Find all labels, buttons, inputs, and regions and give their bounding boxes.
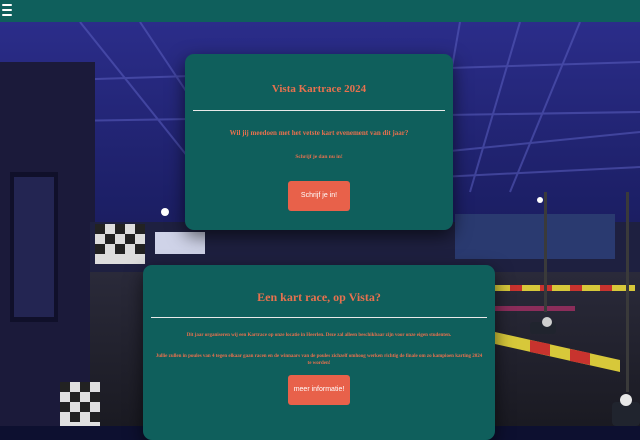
hamburger-menu-icon[interactable] <box>2 4 12 18</box>
top-navbar <box>0 0 640 22</box>
info-paragraph-1: Dit jaar organiseren wij een Kartrace op… <box>186 333 452 338</box>
info-paragraph-2: Jullie zullen in poules van 4 tegen elka… <box>155 353 483 367</box>
info-title: Een kart race, op Vista? <box>257 290 381 304</box>
more-info-button[interactable]: meer informatie! <box>288 374 350 405</box>
info-divider <box>151 317 487 318</box>
hero-subtext: Schrijf je dan nu in! <box>295 154 343 160</box>
hero-question: Wil jij meedoen met het vetste kart even… <box>229 129 409 137</box>
info-card: Een kart race, op Vista? Dit jaar organi… <box>143 265 495 440</box>
hero-title: Vista Kartrace 2024 <box>271 83 367 95</box>
signup-button[interactable]: Schrijf je in! <box>288 181 350 211</box>
hero-divider <box>193 110 445 111</box>
hero-card: Vista Kartrace 2024 Wil jij meedoen met … <box>185 54 453 230</box>
